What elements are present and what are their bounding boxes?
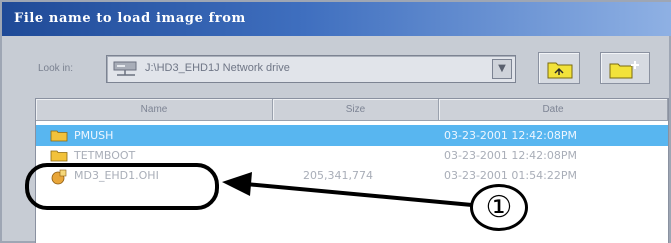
callout-number-badge: ① <box>470 184 528 231</box>
callout-arrow-icon <box>222 172 473 207</box>
